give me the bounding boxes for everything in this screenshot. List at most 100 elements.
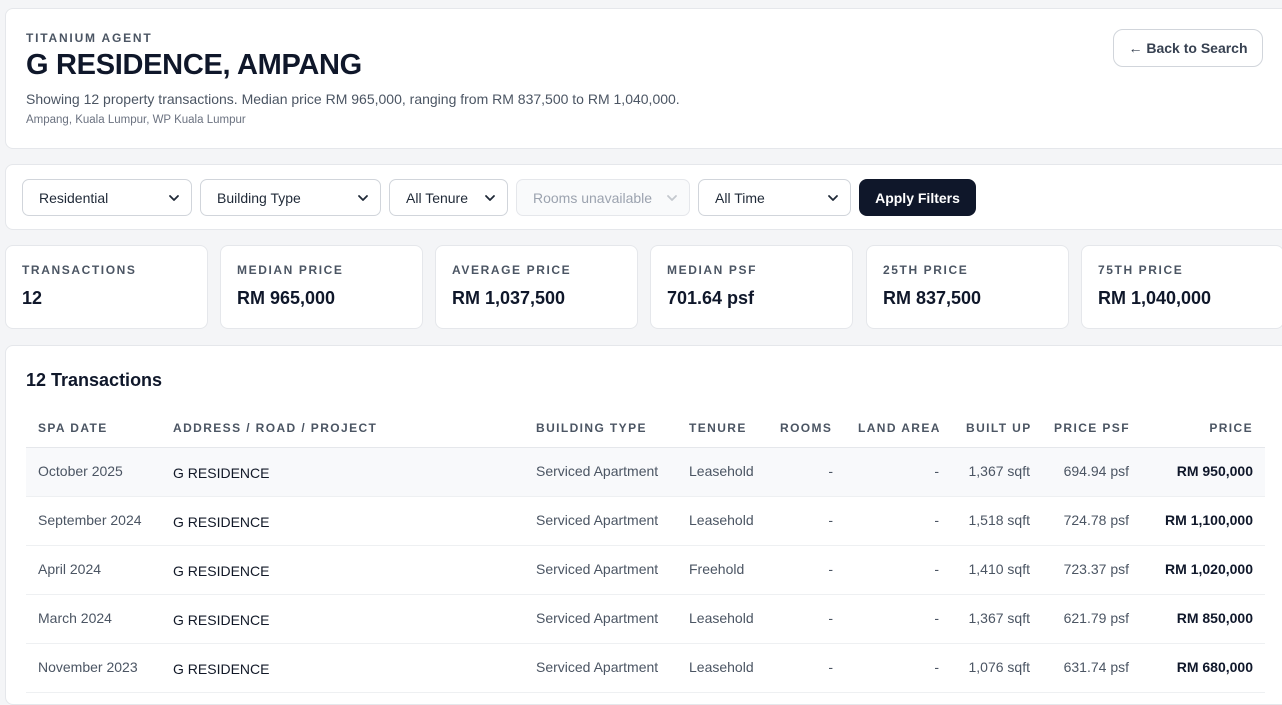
- cell-building-type: Serviced Apartment: [536, 512, 659, 528]
- stat-card-average-price: AVERAGE PRICE RM 1,037,500: [435, 245, 638, 329]
- cell-tenure: Leasehold: [689, 512, 754, 528]
- table-row[interactable]: April 2024 G RESIDENCE Serviced Apartment F…: [26, 546, 1265, 595]
- cell-price: RM 1,020,000: [1165, 561, 1253, 577]
- cell-built-up: 1,076 sqft: [968, 659, 1031, 675]
- rooms-select: Rooms unavailable: [516, 179, 690, 216]
- stat-value: RM 1,037,500: [452, 288, 566, 308]
- building-type-value: Building Type: [217, 189, 301, 206]
- column-header-price[interactable]: PRICE: [1209, 421, 1253, 435]
- apply-filters-button[interactable]: Apply Filters: [859, 179, 976, 216]
- filter-bar: Residential Building Type All Tenure Roo…: [5, 164, 1282, 230]
- cell-tenure: Freehold: [689, 561, 745, 577]
- stat-label: AVERAGE PRICE: [452, 263, 572, 277]
- cell-price-psf: 631.74 psf: [1063, 659, 1129, 675]
- property-class-select[interactable]: Residential: [22, 179, 192, 216]
- cell-spa-date: November 2023: [38, 659, 138, 675]
- cell-built-up: 1,367 sqft: [968, 463, 1031, 479]
- cell-built-up: 1,410 sqft: [968, 561, 1031, 577]
- property-class-value: Residential: [39, 189, 109, 206]
- column-header-building-type[interactable]: BUILDING TYPE: [536, 421, 647, 435]
- column-header-rooms[interactable]: ROOMS: [780, 421, 832, 435]
- transactions-card: 12 Transactions SPA DATE ADDRESS / ROAD …: [5, 345, 1282, 705]
- cell-price: RM 680,000: [1176, 659, 1253, 675]
- rooms-value: Rooms unavailable: [533, 189, 653, 206]
- cell-price: RM 950,000: [1176, 463, 1253, 479]
- stat-card-median-price: MEDIAN PRICE RM 965,000: [220, 245, 423, 329]
- table-title: 12 Transactions: [26, 370, 163, 390]
- cell-price-psf: 723.37 psf: [1063, 561, 1129, 577]
- time-value: All Time: [715, 189, 765, 206]
- stat-card-median-psf: MEDIAN PSF 701.64 psf: [650, 245, 853, 329]
- time-select[interactable]: All Time: [698, 179, 851, 216]
- tenure-value: All Tenure: [406, 189, 469, 206]
- cell-rooms: -: [828, 659, 833, 675]
- cell-rooms: -: [828, 512, 833, 528]
- stat-value: 701.64 psf: [667, 288, 755, 308]
- column-header-price-psf[interactable]: PRICE PSF: [1054, 421, 1130, 435]
- cell-building-type: Serviced Apartment: [536, 610, 659, 626]
- chevron-down-icon: [169, 194, 179, 201]
- cell-building-type: Serviced Apartment: [536, 659, 659, 675]
- cell-price: RM 850,000: [1176, 610, 1253, 626]
- column-header-land-area[interactable]: LAND AREA: [858, 421, 941, 435]
- building-type-select[interactable]: Building Type: [200, 179, 381, 216]
- cell-spa-date: April 2024: [38, 561, 102, 577]
- table-row[interactable]: March 2024 G RESIDENCE Serviced Apartment L…: [26, 595, 1265, 644]
- chevron-down-icon: [667, 194, 677, 201]
- column-header-spa-date[interactable]: SPA DATE: [38, 421, 108, 435]
- cell-building-type: Serviced Apartment: [536, 561, 659, 577]
- table-row[interactable]: October 2025 G RESIDENCE Serviced Apartmen…: [26, 448, 1265, 497]
- cell-tenure: Leasehold: [689, 659, 754, 675]
- stat-label: MEDIAN PSF: [667, 263, 758, 277]
- stat-value: RM 965,000: [237, 288, 336, 308]
- cell-built-up: 1,518 sqft: [968, 512, 1031, 528]
- stat-value: RM 837,500: [883, 288, 982, 308]
- cell-tenure: Leasehold: [689, 463, 754, 479]
- cell-price: RM 1,100,000: [1165, 512, 1253, 528]
- cell-price-psf: 694.94 psf: [1063, 463, 1129, 479]
- stat-label: 75TH PRICE: [1098, 263, 1184, 277]
- back-to-search-button[interactable]: ← Back to Search: [1113, 29, 1263, 67]
- page-header: TITANIUM AGENT G RESIDENCE, AMPANG Showi…: [5, 8, 1282, 149]
- cell-price-psf: 724.78 psf: [1063, 512, 1129, 528]
- cell-land-area: -: [934, 512, 939, 528]
- table-header: SPA DATE ADDRESS / ROAD / PROJECT BUILDI…: [26, 408, 1265, 448]
- stat-card-75th-price: 75TH PRICE RM 1,040,000: [1081, 245, 1282, 329]
- chevron-down-icon: [485, 194, 495, 201]
- stat-label: 25TH PRICE: [883, 263, 969, 277]
- column-header-tenure[interactable]: TENURE: [689, 421, 747, 435]
- column-header-built-up[interactable]: BUILT UP: [966, 421, 1032, 435]
- cell-spa-date: March 2024: [38, 610, 112, 626]
- cell-address: G RESIDENCE: [173, 563, 270, 579]
- stat-label: MEDIAN PRICE: [237, 263, 344, 277]
- cell-land-area: -: [934, 659, 939, 675]
- table-body: October 2025 G RESIDENCE Serviced Apartmen…: [26, 448, 1265, 693]
- stat-value: 12: [22, 288, 43, 308]
- tenure-select[interactable]: All Tenure: [389, 179, 508, 216]
- table-row[interactable]: September 2024 G RESIDENCE Serviced Apartm…: [26, 497, 1265, 546]
- cell-rooms: -: [828, 610, 833, 626]
- cell-spa-date: October 2025: [38, 463, 123, 479]
- cell-price-psf: 621.79 psf: [1063, 610, 1129, 626]
- summary-text: Showing 12 property transactions. Median…: [26, 91, 680, 107]
- location-text: Ampang, Kuala Lumpur, WP Kuala Lumpur: [26, 114, 246, 126]
- cell-address: G RESIDENCE: [173, 612, 270, 628]
- cell-land-area: -: [934, 561, 939, 577]
- cell-rooms: -: [828, 561, 833, 577]
- cell-address: G RESIDENCE: [173, 465, 270, 481]
- cell-land-area: -: [934, 463, 939, 479]
- stat-value: RM 1,040,000: [1098, 288, 1212, 308]
- stat-label: TRANSACTIONS: [22, 263, 137, 277]
- stat-card-25th-price: 25TH PRICE RM 837,500: [866, 245, 1069, 329]
- cell-spa-date: September 2024: [38, 512, 142, 528]
- cell-built-up: 1,367 sqft: [968, 610, 1031, 626]
- cell-land-area: -: [934, 610, 939, 626]
- brand-label: TITANIUM AGENT: [26, 31, 153, 45]
- chevron-down-icon: [358, 194, 368, 201]
- cell-building-type: Serviced Apartment: [536, 463, 659, 479]
- chevron-down-icon: [828, 194, 838, 201]
- table-row[interactable]: November 2023 G RESIDENCE Serviced Apartme…: [26, 644, 1265, 693]
- column-header-address[interactable]: ADDRESS / ROAD / PROJECT: [173, 421, 377, 435]
- stat-card-transactions: TRANSACTIONS 12: [5, 245, 208, 329]
- page-title: G RESIDENCE, AMPANG: [26, 49, 362, 81]
